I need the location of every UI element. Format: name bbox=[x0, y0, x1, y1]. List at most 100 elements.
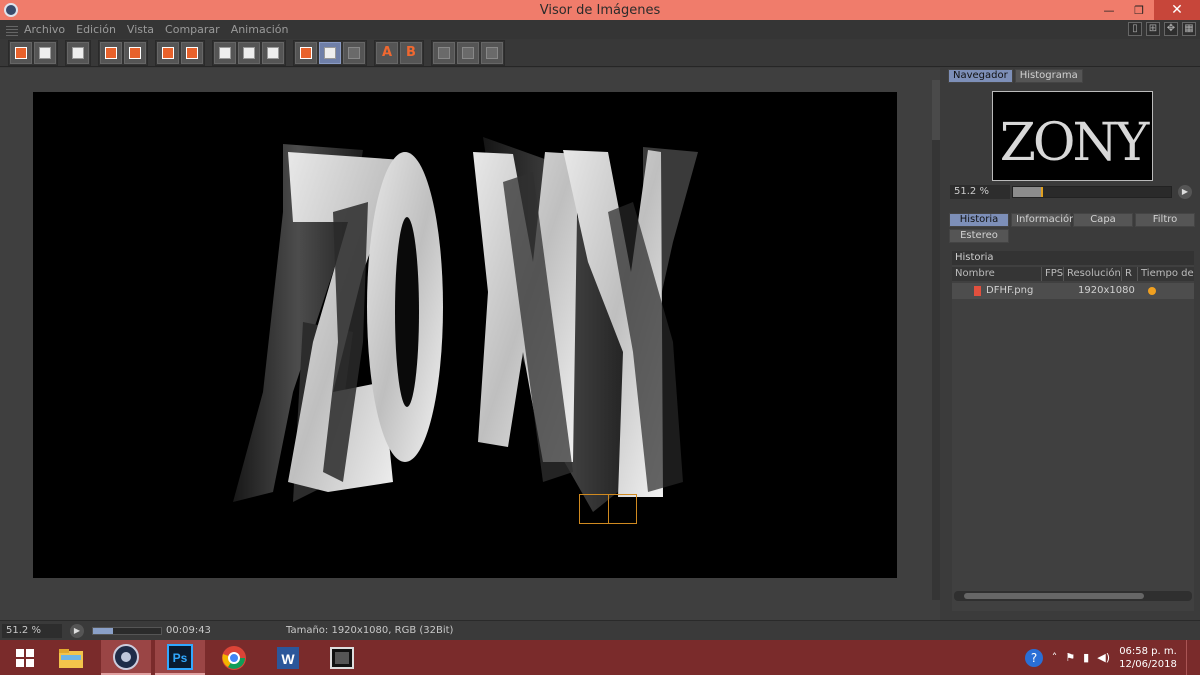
image-info: Tamaño: 1920x1080, RGB (32Bit) bbox=[286, 625, 454, 636]
clock-time: 06:58 p. m. bbox=[1119, 645, 1177, 657]
clock[interactable]: 06:58 p. m. 12/06/2018 bbox=[1118, 645, 1178, 671]
tray-chevron-icon[interactable]: ˄ bbox=[1052, 651, 1058, 664]
col-nombre[interactable]: Nombre bbox=[952, 267, 1042, 281]
zoom-field[interactable]: 51.2 % bbox=[2, 624, 62, 638]
view-a-icon[interactable] bbox=[214, 41, 236, 64]
save-icon[interactable] bbox=[34, 41, 56, 64]
tab-filtro[interactable]: Filtro bbox=[1135, 213, 1195, 227]
render-icon[interactable] bbox=[100, 41, 122, 64]
view-tools bbox=[212, 39, 286, 66]
viewer-scrollbar[interactable] bbox=[932, 80, 940, 600]
set-a-icon[interactable]: A bbox=[376, 41, 398, 64]
tab-estereo[interactable]: Estereo bbox=[949, 229, 1009, 243]
menu-archivo[interactable]: Archivo bbox=[24, 23, 65, 36]
window-title: Visor de Imágenes bbox=[539, 2, 661, 18]
ab-icon[interactable] bbox=[343, 41, 365, 64]
history-scroll-thumb[interactable] bbox=[964, 593, 1144, 599]
menu-vista[interactable]: Vista bbox=[127, 23, 154, 36]
show-desktop-button[interactable] bbox=[1186, 640, 1192, 675]
layers-icon[interactable] bbox=[181, 41, 203, 64]
open-icon[interactable] bbox=[10, 41, 32, 64]
animation-tools bbox=[65, 39, 91, 66]
right-panel: Navegador Histograma ZONY 51.2 % ▶ Histo… bbox=[945, 68, 1200, 620]
history-scrollbar[interactable] bbox=[954, 591, 1192, 601]
menu-animacion[interactable]: Animación bbox=[231, 23, 289, 36]
move-icon[interactable]: ✥ bbox=[1164, 22, 1178, 36]
view-b-icon[interactable] bbox=[238, 41, 260, 64]
col-tiempo[interactable]: Tiempo de bbox=[1138, 267, 1194, 281]
play-icon[interactable]: ▶ bbox=[1178, 185, 1192, 199]
tab-capa[interactable]: Capa bbox=[1073, 213, 1133, 227]
panel-layout-icon[interactable]: ▯ bbox=[1128, 22, 1142, 36]
compare-icon[interactable] bbox=[295, 41, 317, 64]
col-fps[interactable]: FPS bbox=[1042, 267, 1064, 281]
render-time: 00:09:43 bbox=[166, 625, 211, 636]
panel-grid-icon[interactable]: ▦ bbox=[1182, 22, 1196, 36]
panel-new-icon[interactable]: ⊞ bbox=[1146, 22, 1160, 36]
render-status-icon bbox=[1148, 287, 1156, 295]
media-icon[interactable] bbox=[317, 640, 367, 675]
set-b-icon[interactable]: B bbox=[400, 41, 422, 64]
tab-informacion[interactable]: Información bbox=[1011, 213, 1075, 227]
stop-icon[interactable] bbox=[157, 41, 179, 64]
menu-comparar[interactable]: Comparar bbox=[165, 23, 220, 36]
close-button[interactable]: ✕ bbox=[1154, 0, 1200, 20]
windows-start-icon[interactable] bbox=[0, 640, 50, 675]
col-resolucion[interactable]: Resolución bbox=[1064, 267, 1122, 281]
status-play-icon[interactable]: ▶ bbox=[70, 624, 84, 638]
title-bar: Visor de Imágenes — ❐ ✕ bbox=[0, 0, 1200, 20]
signal-icon[interactable]: ▮ bbox=[1083, 651, 1089, 664]
grid-tools bbox=[431, 39, 505, 66]
tab-navegador[interactable]: Navegador bbox=[948, 69, 1013, 83]
history-title: Historia bbox=[952, 251, 1194, 265]
navigator-thumbnail[interactable]: ZONY bbox=[992, 91, 1153, 181]
flag-icon[interactable]: ⚑ bbox=[1065, 651, 1075, 664]
menu-edicion[interactable]: Edición bbox=[76, 23, 116, 36]
navigator-zoom-marker[interactable] bbox=[1041, 187, 1043, 197]
clapper-icon[interactable] bbox=[67, 41, 89, 64]
set-a-label: A bbox=[381, 45, 393, 60]
viewer-scroll-thumb[interactable] bbox=[932, 80, 940, 140]
grid-3-icon[interactable] bbox=[481, 41, 503, 64]
navigator-tabs: Navegador Histograma bbox=[948, 69, 1083, 83]
word-icon[interactable]: W bbox=[263, 640, 313, 675]
table-row[interactable]: DFHF.png 1920x1080 bbox=[952, 283, 1194, 299]
info-tabs-row2: Estereo bbox=[949, 229, 1009, 243]
history-file-name: DFHF.png bbox=[986, 285, 1034, 296]
render-region-icon[interactable] bbox=[124, 41, 146, 64]
cinema4d-icon[interactable] bbox=[101, 640, 151, 675]
compare-tools bbox=[293, 39, 367, 66]
history-file-resolution: 1920x1080 bbox=[1078, 285, 1135, 296]
menu-bar: Archivo Edición Vista Comparar Animación… bbox=[0, 20, 1200, 39]
cinema4d-app-icon[interactable] bbox=[4, 3, 18, 17]
set-ab-tools: A B bbox=[374, 39, 424, 66]
set-b-label: B bbox=[406, 45, 416, 60]
navigator-zoom-slider[interactable] bbox=[1012, 186, 1172, 198]
tab-historia[interactable]: Historia bbox=[949, 213, 1009, 227]
clock-date: 12/06/2018 bbox=[1119, 658, 1177, 670]
split-icon[interactable] bbox=[319, 41, 341, 64]
help-icon[interactable]: ? bbox=[1024, 648, 1044, 668]
volume-icon[interactable]: ◀) bbox=[1097, 651, 1110, 664]
history-header: Nombre FPS Resolución R Tiempo de bbox=[952, 267, 1194, 281]
view-ab-icon[interactable] bbox=[262, 41, 284, 64]
photoshop-icon[interactable]: Ps bbox=[155, 640, 205, 675]
toolbar: A B bbox=[0, 39, 1200, 67]
zony-render bbox=[233, 137, 698, 512]
svg-text:?: ? bbox=[1031, 651, 1037, 665]
navigator-preview: ZONY bbox=[1000, 113, 1152, 173]
tab-histograma[interactable]: Histograma bbox=[1014, 69, 1083, 83]
image-canvas[interactable] bbox=[33, 92, 897, 578]
minimize-button[interactable]: — bbox=[1094, 0, 1124, 20]
grid-1-icon[interactable] bbox=[433, 41, 455, 64]
file-explorer-icon[interactable] bbox=[46, 640, 96, 675]
grid-2-icon[interactable] bbox=[457, 41, 479, 64]
render-region-marker[interactable] bbox=[579, 494, 637, 524]
maximize-button[interactable]: ❐ bbox=[1124, 0, 1154, 20]
info-tabs-row1: Historia Información Capa Filtro bbox=[949, 213, 1195, 227]
word-icon-label: W bbox=[281, 651, 295, 667]
navigator-zoom-value[interactable]: 51.2 % bbox=[950, 185, 1010, 199]
timeline-slider[interactable] bbox=[92, 627, 162, 635]
chrome-icon[interactable] bbox=[209, 640, 259, 675]
col-r[interactable]: R bbox=[1122, 267, 1138, 281]
